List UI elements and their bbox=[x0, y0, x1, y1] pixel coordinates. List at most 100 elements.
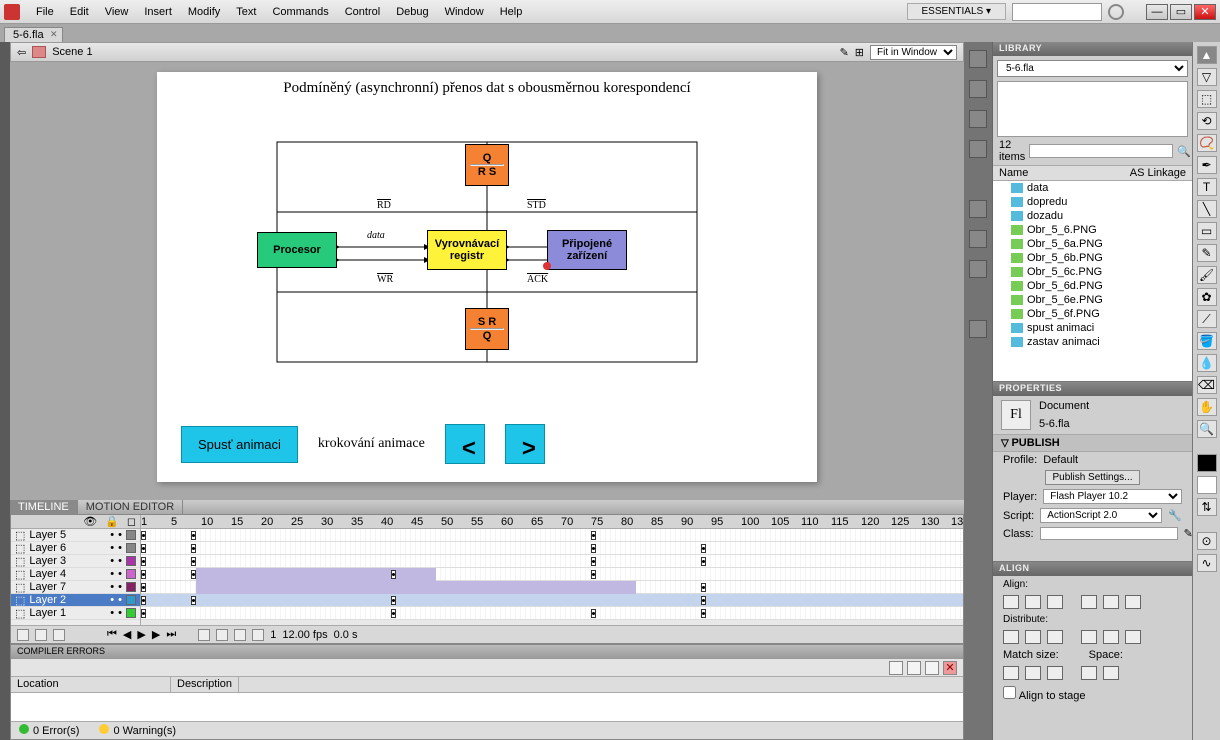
new-layer-icon[interactable] bbox=[17, 629, 29, 641]
col-linkage[interactable]: AS Linkage bbox=[1124, 166, 1192, 180]
back-icon[interactable]: ⇦ bbox=[17, 46, 26, 59]
outline-icon[interactable]: ◻ bbox=[127, 515, 136, 528]
edit-multiple-icon[interactable] bbox=[252, 629, 264, 641]
align-to-stage-checkbox[interactable] bbox=[1003, 686, 1016, 699]
eyedropper-tool-icon[interactable]: 💧 bbox=[1197, 354, 1217, 372]
library-item[interactable]: spust animaci bbox=[993, 321, 1192, 335]
frame-row[interactable] bbox=[141, 594, 963, 607]
line-tool-icon[interactable]: ╲ bbox=[1197, 200, 1217, 218]
frame-row[interactable] bbox=[141, 542, 963, 555]
smooth-icon[interactable]: ∿ bbox=[1197, 554, 1217, 572]
minimize-button[interactable]: — bbox=[1146, 4, 1168, 20]
library-item[interactable]: Obr_5_6f.PNG bbox=[993, 307, 1192, 321]
dist-bottom-icon[interactable] bbox=[1047, 630, 1063, 644]
library-file-select[interactable]: 5-6.fla bbox=[997, 60, 1188, 77]
col-location[interactable]: Location bbox=[11, 677, 171, 692]
zoom-tool-icon[interactable]: 🔍 bbox=[1197, 420, 1217, 438]
dist-left-icon[interactable] bbox=[1081, 630, 1097, 644]
help-search-input[interactable] bbox=[1012, 3, 1102, 21]
prev-step-button[interactable]: < bbox=[445, 424, 485, 464]
library-item[interactable]: Obr_5_6d.PNG bbox=[993, 279, 1192, 293]
publish-settings-button[interactable]: Publish Settings... bbox=[1045, 470, 1139, 485]
edit-scene-icon[interactable]: ✎ bbox=[840, 46, 849, 59]
library-item[interactable]: data bbox=[993, 181, 1192, 195]
col-description[interactable]: Description bbox=[171, 677, 239, 692]
library-item[interactable]: zastav animaci bbox=[993, 335, 1192, 349]
close-tab-icon[interactable]: ✕ bbox=[50, 29, 58, 40]
dist-top-icon[interactable] bbox=[1003, 630, 1019, 644]
panel-icon-6[interactable] bbox=[969, 230, 987, 248]
layer-row[interactable]: ⬚Layer 1•• bbox=[11, 607, 140, 620]
match-h-icon[interactable] bbox=[1025, 666, 1041, 680]
align-top-icon[interactable] bbox=[1081, 595, 1097, 609]
onion-skin-icon[interactable] bbox=[216, 629, 228, 641]
align-right-icon[interactable] bbox=[1047, 595, 1063, 609]
frame-row[interactable] bbox=[141, 568, 963, 581]
library-header[interactable]: LIBRARY bbox=[993, 42, 1192, 56]
selection-tool-icon[interactable]: ▲ bbox=[1197, 46, 1217, 64]
layer-row[interactable]: ⬚Layer 4•• bbox=[11, 568, 140, 581]
next-step-button[interactable]: > bbox=[505, 424, 545, 464]
play-icon[interactable]: ▶ bbox=[137, 628, 145, 641]
search-icon[interactable]: 🔍 bbox=[1177, 145, 1191, 158]
library-item[interactable]: Obr_5_6b.PNG bbox=[993, 251, 1192, 265]
library-item[interactable]: Obr_5_6e.PNG bbox=[993, 293, 1192, 307]
rectangle-tool-icon[interactable]: ▭ bbox=[1197, 222, 1217, 240]
pencil-tool-icon[interactable]: ✎ bbox=[1197, 244, 1217, 262]
comp-tool-1[interactable] bbox=[889, 661, 903, 675]
panel-icon-8[interactable] bbox=[969, 320, 987, 338]
align-left-icon[interactable] bbox=[1003, 595, 1019, 609]
align-bottom-icon[interactable] bbox=[1125, 595, 1141, 609]
menu-window[interactable]: Window bbox=[437, 3, 492, 21]
script-select[interactable]: ActionScript 2.0 bbox=[1040, 508, 1162, 523]
loop-icon[interactable] bbox=[198, 629, 210, 641]
panel-icon-1[interactable] bbox=[969, 50, 987, 68]
align-header[interactable]: ALIGN bbox=[993, 562, 1192, 576]
paint-bucket-tool-icon[interactable]: 🪣 bbox=[1197, 332, 1217, 350]
dist-hcenter-icon[interactable] bbox=[1103, 630, 1119, 644]
scene-name[interactable]: Scene 1 bbox=[52, 46, 92, 58]
class-input[interactable] bbox=[1040, 527, 1178, 540]
frame-row[interactable] bbox=[141, 581, 963, 594]
bone-tool-icon[interactable]: ⟋ bbox=[1197, 310, 1217, 328]
library-search-input[interactable] bbox=[1029, 144, 1173, 158]
library-item[interactable]: Obr_5_6c.PNG bbox=[993, 265, 1192, 279]
close-button[interactable]: ✕ bbox=[1194, 4, 1216, 20]
align-hcenter-icon[interactable] bbox=[1025, 595, 1041, 609]
match-wh-icon[interactable] bbox=[1047, 666, 1063, 680]
start-animation-button[interactable]: Spusť animaci bbox=[181, 426, 298, 463]
comp-tool-3[interactable] bbox=[925, 661, 939, 675]
deco-tool-icon[interactable]: ✿ bbox=[1197, 288, 1217, 306]
delete-layer-icon[interactable] bbox=[53, 629, 65, 641]
first-frame-icon[interactable]: ⏮ bbox=[107, 628, 117, 641]
last-frame-icon[interactable]: ⏭ bbox=[166, 628, 176, 641]
dist-vcenter-icon[interactable] bbox=[1025, 630, 1041, 644]
search-go-icon[interactable] bbox=[1108, 4, 1124, 20]
text-tool-icon[interactable]: T bbox=[1197, 178, 1217, 196]
panel-icon-3[interactable] bbox=[969, 110, 987, 128]
library-item[interactable]: Obr_5_6a.PNG bbox=[993, 237, 1192, 251]
brush-tool-icon[interactable]: 🖌 bbox=[1197, 266, 1217, 284]
library-item[interactable]: dopredu bbox=[993, 195, 1192, 209]
edit-symbol-icon[interactable]: ⊞ bbox=[855, 46, 864, 59]
space-v-icon[interactable] bbox=[1103, 666, 1119, 680]
comp-close-icon[interactable]: ✕ bbox=[943, 661, 957, 675]
frame-ruler[interactable]: 1510152025303540455055606570758085909510… bbox=[141, 515, 963, 529]
library-item[interactable]: dozadu bbox=[993, 209, 1192, 223]
panel-icon-4[interactable] bbox=[969, 140, 987, 158]
menu-file[interactable]: File bbox=[28, 3, 62, 21]
pen-tool-icon[interactable]: ✒ bbox=[1197, 156, 1217, 174]
properties-header[interactable]: PROPERTIES bbox=[993, 382, 1192, 396]
settings-icon[interactable]: 🔧 bbox=[1168, 509, 1182, 522]
onion-outline-icon[interactable] bbox=[234, 629, 246, 641]
subselection-tool-icon[interactable]: ▽ bbox=[1197, 68, 1217, 86]
dist-right-icon[interactable] bbox=[1125, 630, 1141, 644]
align-vcenter-icon[interactable] bbox=[1103, 595, 1119, 609]
panel-icon-2[interactable] bbox=[969, 80, 987, 98]
library-item[interactable]: Obr_5_6.PNG bbox=[993, 223, 1192, 237]
menu-insert[interactable]: Insert bbox=[136, 3, 180, 21]
zoom-select[interactable]: Fit in Window bbox=[870, 45, 957, 60]
prev-frame-icon[interactable]: ◀ bbox=[123, 628, 131, 641]
menu-commands[interactable]: Commands bbox=[264, 3, 336, 21]
eye-icon[interactable]: 👁 bbox=[83, 515, 97, 528]
